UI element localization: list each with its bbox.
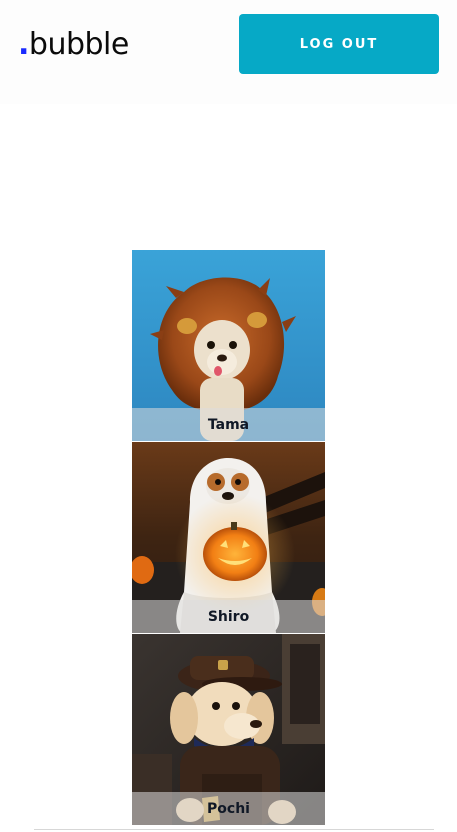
logo-dot: . — [18, 26, 29, 62]
pet-card[interactable]: Pochi — [132, 634, 325, 825]
pet-card[interactable]: Tama — [132, 250, 325, 441]
pet-name: Tama — [132, 408, 325, 441]
bubble-logo[interactable]: . bubble — [18, 24, 129, 64]
pet-name: Pochi — [132, 792, 325, 825]
pet-name: Shiro — [132, 600, 325, 633]
divider — [34, 829, 434, 830]
pet-gallery: Tama Shiro Pochi — [132, 250, 325, 826]
logo-text: bubble — [28, 26, 129, 62]
logout-button[interactable]: LOG OUT — [239, 14, 439, 74]
app-page: . bubble LOG OUT Tama Shiro Pochi — [0, 0, 457, 832]
pet-card[interactable]: Shiro — [132, 442, 325, 633]
header: . bubble LOG OUT — [0, 0, 457, 104]
